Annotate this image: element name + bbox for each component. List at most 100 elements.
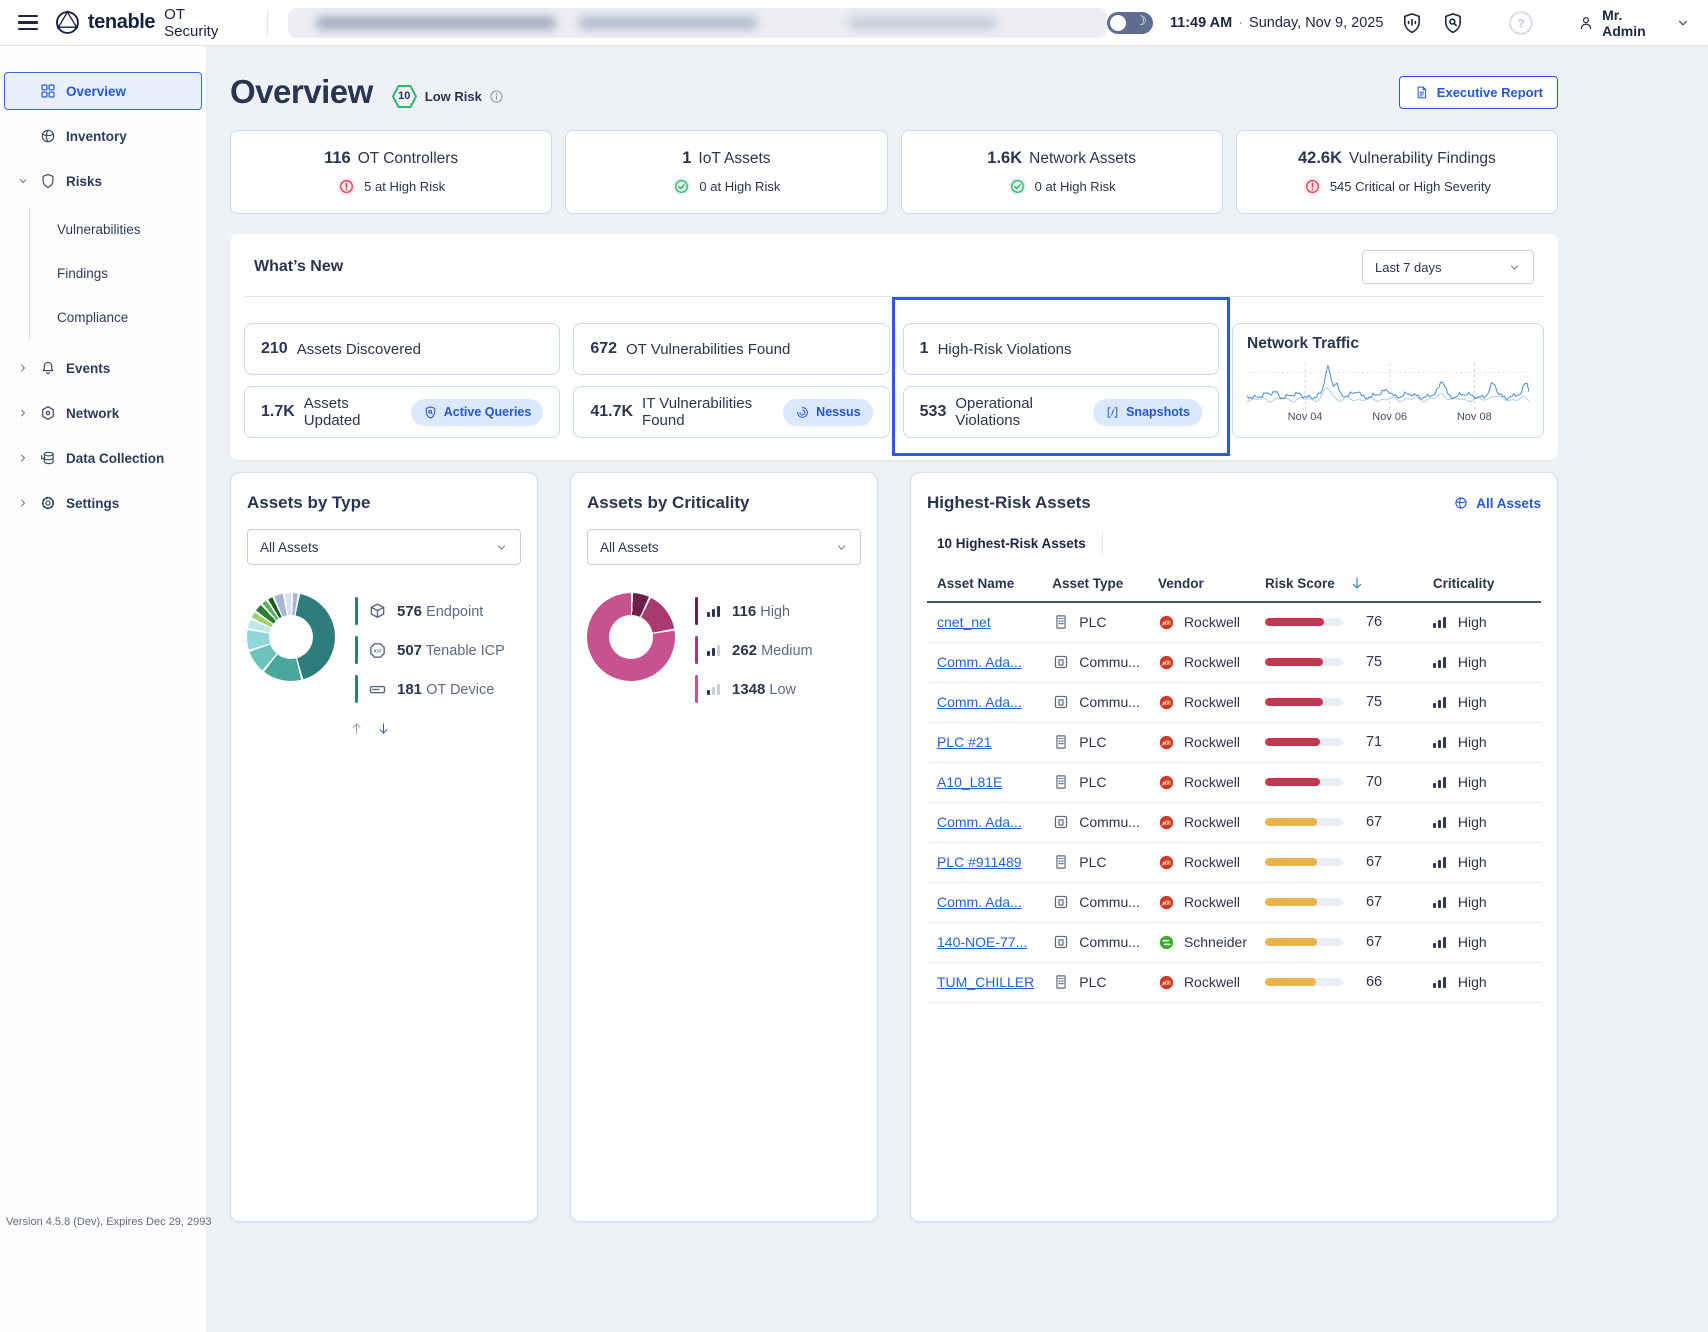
asset-name-link[interactable]: PLC #911489 bbox=[937, 854, 1022, 870]
schneider-icon bbox=[1158, 934, 1175, 951]
sidebar-item-findings[interactable]: Findings bbox=[30, 251, 206, 295]
sidebar-item-compliance[interactable]: Compliance bbox=[30, 295, 206, 339]
grid-icon bbox=[39, 82, 57, 100]
help-icon[interactable]: ? bbox=[1508, 10, 1534, 36]
whats-new-card-assets-updated[interactable]: 1.7K Assets Updated Active Queries bbox=[244, 386, 560, 438]
whats-new-card-operational-violations[interactable]: 533 Operational Violations Snapshots bbox=[903, 386, 1219, 438]
table-row[interactable]: PLC #911489 PLC RARockwell 67 High bbox=[927, 842, 1541, 882]
asset-type: Commu... bbox=[1079, 894, 1140, 910]
shield-pulse-icon[interactable] bbox=[1400, 11, 1424, 35]
column-header-vendor[interactable]: Vendor bbox=[1148, 569, 1255, 602]
stat-card-network-assets[interactable]: 1.6KNetwork Assets 0 at High Risk bbox=[901, 130, 1223, 214]
whats-new-card-assets-discovered[interactable]: 210 Assets Discovered bbox=[244, 323, 560, 375]
shield-search-icon[interactable] bbox=[1441, 11, 1465, 35]
assets-by-type-filter[interactable]: All Assets bbox=[247, 529, 521, 565]
rockwell-icon: RA bbox=[1158, 814, 1175, 831]
stat-card-iot-assets[interactable]: 1IoT Assets 0 at High Risk bbox=[565, 130, 887, 214]
table-row[interactable]: Comm. Ada... Commu... RARockwell 75 High bbox=[927, 682, 1541, 722]
badge-nessus[interactable]: Nessus bbox=[783, 399, 872, 426]
svg-text:RA: RA bbox=[1163, 740, 1170, 745]
asset-name-link[interactable]: Comm. Ada... bbox=[937, 814, 1022, 830]
assets-by-criticality-filter[interactable]: All Assets bbox=[587, 529, 861, 565]
vendor-name: Rockwell bbox=[1184, 654, 1240, 670]
asset-name-link[interactable]: PLC #21 bbox=[937, 734, 991, 750]
sidebar-item-network[interactable]: Network bbox=[4, 394, 202, 432]
highest-risk-assets-panel: Highest-Risk Assets All Assets 10 Highes… bbox=[910, 472, 1558, 1222]
legend-item-ot-device: 181 OT Device bbox=[355, 675, 505, 703]
sidebar-item-inventory[interactable]: Inventory bbox=[4, 117, 202, 155]
sidebar-item-data-collection[interactable]: Data Collection bbox=[4, 439, 202, 477]
network-traffic-panel: Network Traffic Nov 04Nov 06Nov 08 bbox=[1232, 323, 1544, 438]
column-header-criticality[interactable]: Criticality bbox=[1423, 569, 1541, 602]
arrow-up-icon[interactable] bbox=[349, 721, 364, 736]
sidebar-nav: Overview Inventory Risks VulnerabilitiesF… bbox=[0, 72, 206, 522]
asset-name-link[interactable]: cnet_net bbox=[937, 614, 991, 630]
stat-card-vulnerability-findings[interactable]: 42.6KVulnerability Findings 545 Critical… bbox=[1236, 130, 1558, 214]
icp-icon: ICP bbox=[367, 640, 388, 661]
table-row[interactable]: 140-NOE-77... Commu... Schneider 67 High bbox=[927, 922, 1541, 962]
legend-color-bar bbox=[355, 675, 358, 703]
table-row[interactable]: Comm. Ada... Commu... RARockwell 67 High bbox=[927, 882, 1541, 922]
legend-value: 262 bbox=[732, 642, 757, 659]
table-row[interactable]: cnet_net PLC RARockwell 76 High bbox=[927, 602, 1541, 642]
chevron-right-icon bbox=[17, 452, 33, 464]
column-header-asset-type[interactable]: Asset Type bbox=[1042, 569, 1148, 602]
sidebar-item-risks[interactable]: Risks bbox=[4, 162, 202, 200]
sidebar-item-settings[interactable]: Settings bbox=[4, 484, 202, 522]
cube-icon bbox=[367, 601, 388, 622]
asset-name-link[interactable]: A10_L81E bbox=[937, 774, 1002, 790]
executive-report-button[interactable]: Executive Report bbox=[1399, 76, 1558, 109]
risk-score-value: 75 bbox=[1366, 654, 1382, 670]
whats-new-card-ot-vulnerabilities-found[interactable]: 672 OT Vulnerabilities Found bbox=[573, 323, 889, 375]
sidebar-item-events[interactable]: Events bbox=[4, 349, 202, 387]
highest-risk-header: Highest-Risk Assets All Assets bbox=[927, 493, 1541, 513]
table-row[interactable]: Comm. Ada... Commu... RARockwell 67 High bbox=[927, 802, 1541, 842]
vendor-name: Rockwell bbox=[1184, 974, 1240, 990]
badge-active-queries[interactable]: Active Queries bbox=[411, 399, 544, 426]
sidebar-item-vulnerabilities[interactable]: Vulnerabilities bbox=[30, 207, 206, 251]
criticality-bars-icon bbox=[1433, 937, 1449, 948]
criticality-label: High bbox=[1458, 614, 1487, 630]
topbar: tenable OT Security ☽ 11:49 AM · Sunday,… bbox=[0, 0, 1708, 46]
network-traffic-x-labels: Nov 04Nov 06Nov 08 bbox=[1247, 411, 1529, 425]
asset-name-link[interactable]: 140-NOE-77... bbox=[937, 934, 1027, 950]
page-header: Overview 10 Low Risk Executive Report bbox=[230, 70, 1558, 114]
asset-name-link[interactable]: TUM_CHILLER bbox=[937, 974, 1034, 990]
whats-new-card-it-vulnerabilities-found[interactable]: 41.7K IT Vulnerabilities Found Nessus bbox=[573, 386, 889, 438]
table-row[interactable]: A10_L81E PLC RARockwell 70 High bbox=[927, 762, 1541, 802]
badge-snapshots[interactable]: Snapshots bbox=[1093, 399, 1202, 426]
stat-card-ot-controllers[interactable]: 116OT Controllers 5 at High Risk bbox=[230, 130, 552, 214]
time-range-select[interactable]: Last 7 days bbox=[1362, 250, 1534, 284]
tab-10-highest-risk-assets[interactable]: 10 Highest-Risk Assets bbox=[937, 536, 1086, 551]
sidebar-item-overview[interactable]: Overview bbox=[4, 72, 202, 110]
sort-desc-icon[interactable] bbox=[1349, 575, 1365, 591]
all-assets-link[interactable]: All Assets bbox=[1453, 495, 1541, 511]
asset-type: PLC bbox=[1079, 854, 1106, 870]
table-row[interactable]: Comm. Ada... Commu... RARockwell 75 High bbox=[927, 642, 1541, 682]
menu-icon[interactable] bbox=[18, 15, 38, 30]
user-menu[interactable]: Mr. Admin bbox=[1577, 7, 1690, 39]
vendor-name: Rockwell bbox=[1184, 854, 1240, 870]
legend-label: High bbox=[760, 604, 790, 620]
asset-name-link[interactable]: Comm. Ada... bbox=[937, 654, 1022, 670]
asset-name-link[interactable]: Comm. Ada... bbox=[937, 694, 1022, 710]
whats-new-card-high-risk-violations[interactable]: 1 High-Risk Violations bbox=[903, 323, 1219, 375]
theme-toggle[interactable]: ☽ bbox=[1107, 12, 1153, 34]
column-header-asset-name[interactable]: Asset Name bbox=[927, 569, 1042, 602]
risk-score-bar bbox=[1265, 618, 1343, 626]
column-header-risk-score[interactable]: Risk Score bbox=[1255, 569, 1423, 602]
table-row[interactable]: TUM_CHILLER PLC RARockwell 66 High bbox=[927, 962, 1541, 1002]
legend-color-bar bbox=[355, 636, 358, 664]
plc-icon bbox=[1052, 773, 1070, 791]
stat-sub-label: 5 at High Risk bbox=[364, 179, 445, 194]
card-label: Assets Discovered bbox=[297, 341, 421, 358]
chevron-down-icon bbox=[835, 541, 848, 554]
asset-name-link[interactable]: Comm. Ada... bbox=[937, 894, 1022, 910]
table-row[interactable]: PLC #21 PLC RARockwell 71 High bbox=[927, 722, 1541, 762]
criticality-bars-icon bbox=[1433, 737, 1449, 748]
arrow-down-icon[interactable] bbox=[376, 721, 391, 736]
svg-text:RA: RA bbox=[1163, 900, 1170, 905]
search-bar-blurred[interactable] bbox=[288, 8, 1107, 38]
info-icon[interactable] bbox=[489, 89, 504, 104]
risk-score-value: 67 bbox=[1366, 854, 1382, 870]
